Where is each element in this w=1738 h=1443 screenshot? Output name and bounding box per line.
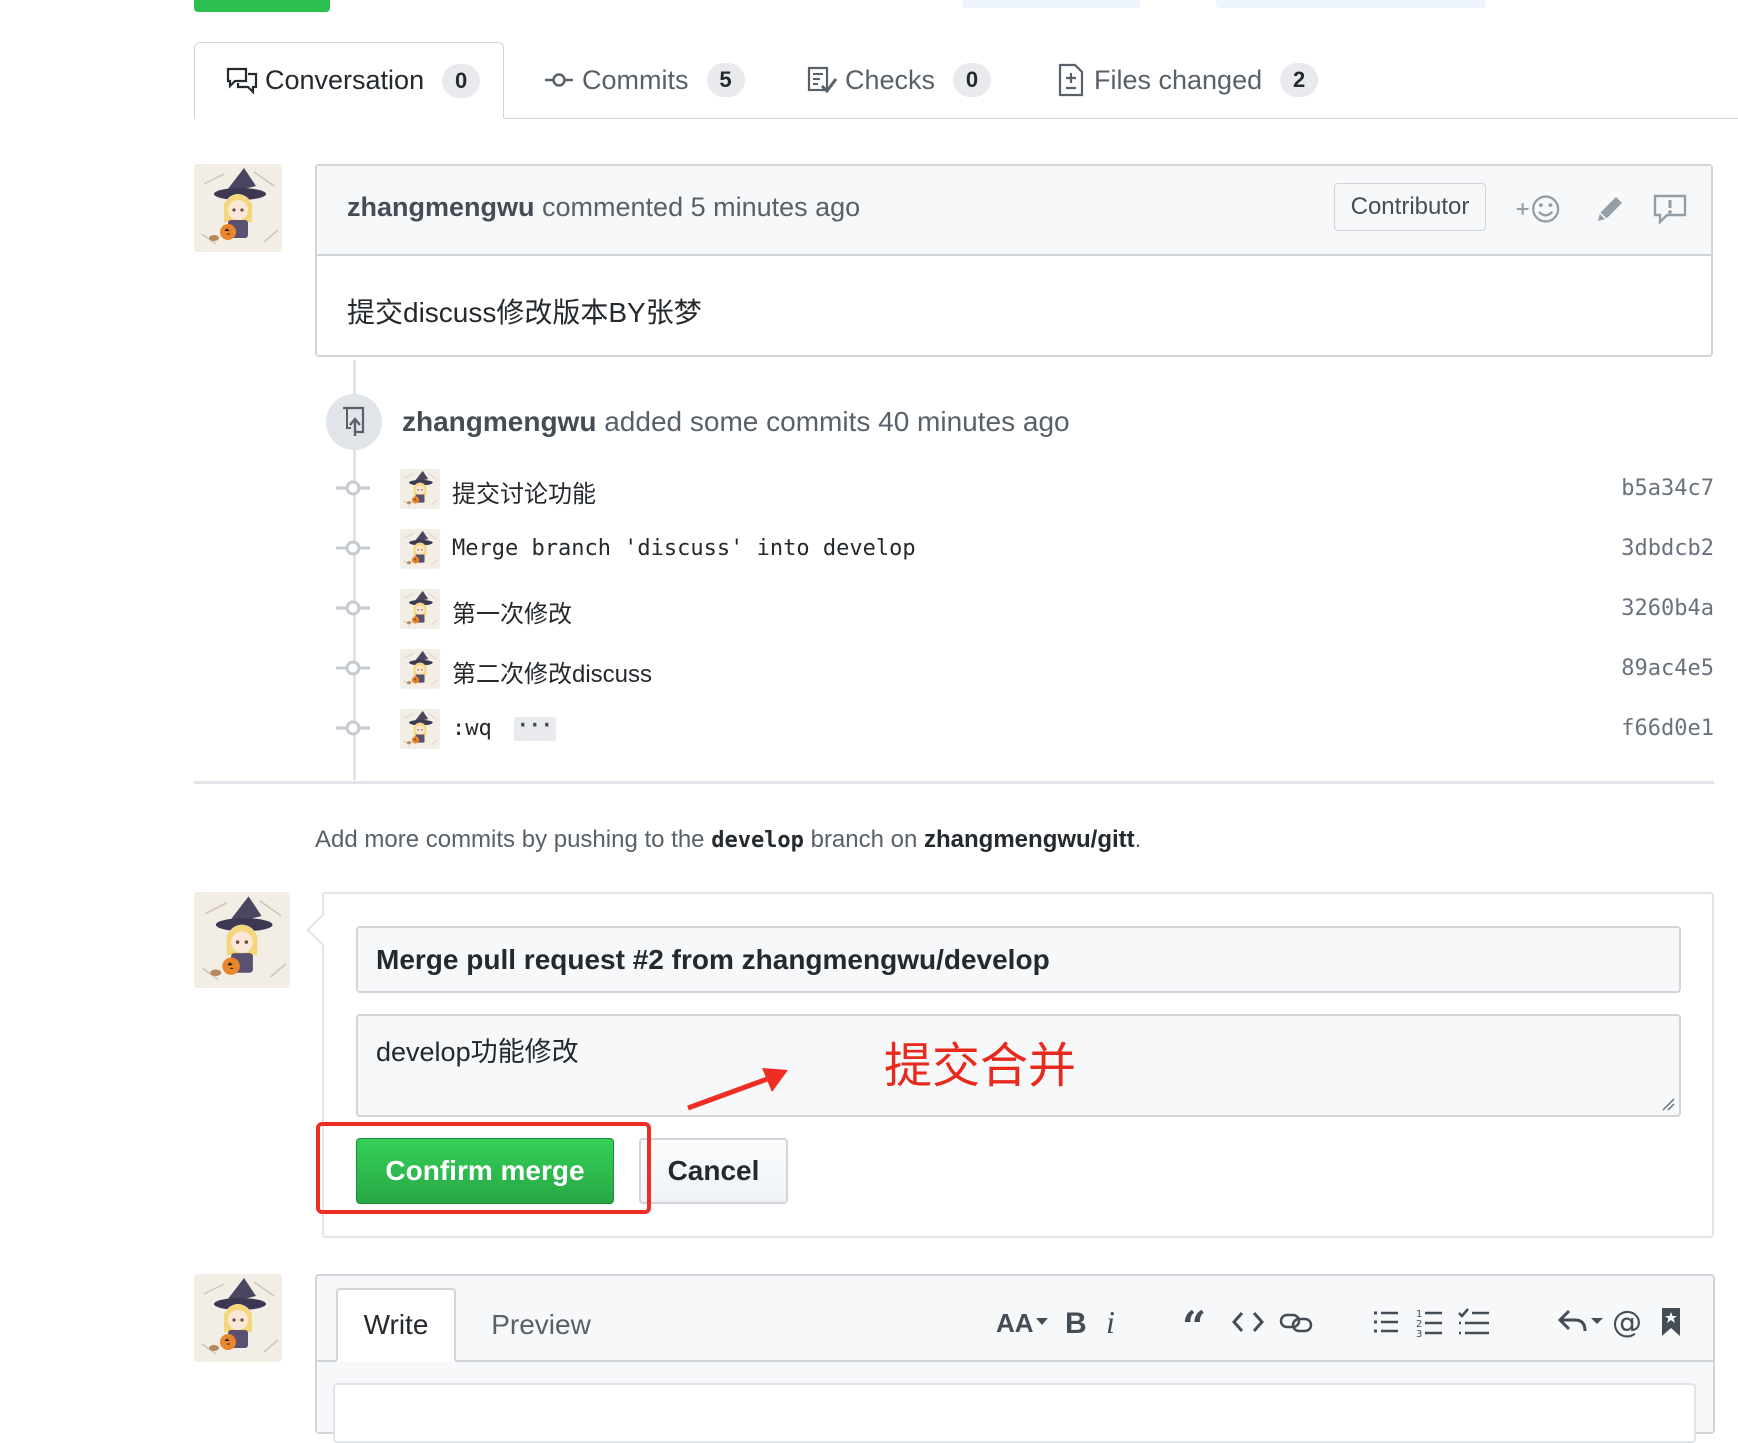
timeline-divider: [194, 781, 1714, 784]
tab-preview[interactable]: Preview: [470, 1288, 612, 1362]
quote-icon[interactable]: “: [1180, 1302, 1216, 1342]
tab-label: Files changed: [1094, 64, 1263, 95]
comment-body: 提交discuss修改版本BY张梦: [347, 297, 702, 328]
tab-label: Conversation: [265, 65, 425, 95]
avatar[interactable]: [400, 529, 440, 569]
unordered-list-icon[interactable]: [1370, 1302, 1402, 1342]
tab-label: Checks: [845, 64, 936, 95]
avatar[interactable]: [400, 649, 440, 689]
timeline-event-header: zhangmengwu added some commits 40 minute…: [402, 406, 1070, 438]
resize-handle-icon[interactable]: [1661, 1097, 1675, 1111]
commit-sha-link[interactable]: 89ac4e5: [1621, 656, 1714, 681]
tab-counter: 2: [1280, 63, 1319, 97]
bookmark-icon[interactable]: [1656, 1302, 1686, 1342]
svg-text:@: @: [1612, 1306, 1642, 1338]
git-commit-icon: [336, 660, 370, 676]
text-size-icon[interactable]: AA: [994, 1302, 1050, 1342]
avatar[interactable]: [194, 892, 290, 988]
header-pill-2: [1216, 0, 1486, 8]
push-note-prefix: Add more commits by pushing to the: [315, 826, 705, 853]
avatar[interactable]: [400, 469, 440, 509]
reply-icon[interactable]: [1556, 1302, 1604, 1342]
git-commit-icon: [542, 63, 576, 97]
tab-files-changed[interactable]: Files changed 2: [1054, 42, 1319, 118]
annotation-label: 提交合并: [884, 1040, 1077, 1093]
commit-sha-link[interactable]: 3dbdcb2: [1621, 536, 1714, 561]
commit-row: 第一次修改 3260b4a: [334, 582, 1714, 636]
avatar[interactable]: [194, 164, 282, 252]
annotation-highlight-box: [316, 1122, 651, 1214]
commit-row: Merge branch 'discuss' into develop 3dbd…: [334, 522, 1714, 576]
svg-text:“: “: [1182, 1307, 1206, 1337]
avatar[interactable]: [194, 1274, 282, 1362]
commit-message-link[interactable]: 提交讨论功能: [452, 474, 596, 509]
repo-push-icon: [326, 394, 382, 450]
checklist-icon: [805, 63, 839, 97]
commit-sha-link[interactable]: 3260b4a: [1621, 596, 1714, 621]
timeline-action: added some commits 40 minutes ago: [604, 406, 1070, 437]
merge-message-text: develop功能修改: [376, 1037, 579, 1067]
comment-author-link[interactable]: zhangmengwu: [347, 192, 535, 222]
avatar[interactable]: [400, 589, 440, 629]
mention-icon[interactable]: @: [1610, 1302, 1646, 1342]
svg-text:3: 3: [1416, 1329, 1422, 1337]
avatar[interactable]: [400, 709, 440, 749]
commit-row: 第二次修改discuss 89ac4e5: [334, 642, 1714, 696]
git-commit-icon: [336, 600, 370, 616]
tab-checks[interactable]: Checks 0: [805, 42, 992, 118]
commit-message-link[interactable]: Merge branch 'discuss' into develop: [452, 536, 916, 561]
tab-conversation[interactable]: Conversation 0: [194, 42, 504, 119]
report-icon[interactable]: [1647, 186, 1693, 232]
cancel-button[interactable]: Cancel: [639, 1138, 788, 1204]
git-commit-icon: [336, 540, 370, 556]
comment-box: zhangmengwu commented 5 minutes ago Cont…: [315, 164, 1713, 357]
tab-counter: 0: [442, 63, 481, 98]
comment-meta: zhangmengwu commented 5 minutes ago: [347, 192, 860, 223]
task-list-icon[interactable]: [1456, 1302, 1492, 1342]
timeline-author-link[interactable]: zhangmengwu: [402, 406, 596, 437]
pencil-icon[interactable]: [1587, 186, 1633, 232]
commit-sha-link[interactable]: b5a34c7: [1621, 476, 1714, 501]
code-icon[interactable]: [1228, 1302, 1268, 1342]
commit-message-link[interactable]: 第二次修改discuss: [452, 654, 652, 689]
commit-message-row: :wq ···: [452, 715, 556, 741]
commit-message-link[interactable]: 第一次修改: [452, 594, 572, 629]
comment-timestamp[interactable]: commented 5 minutes ago: [542, 192, 860, 222]
tab-counter: 0: [953, 63, 992, 97]
tab-counter: 5: [706, 63, 745, 97]
add-reaction-icon[interactable]: [1515, 186, 1561, 232]
push-note-middle: branch on: [810, 826, 918, 853]
italic-icon[interactable]: i: [1098, 1302, 1126, 1342]
bold-icon[interactable]: B: [1060, 1302, 1092, 1342]
comment-discussion-icon: [225, 64, 259, 98]
merge-status-button-partial[interactable]: [194, 0, 330, 12]
repo-name: zhangmengwu/gitt: [924, 826, 1135, 853]
push-note-suffix: .: [1134, 826, 1142, 853]
commit-row: 提交讨论功能 b5a34c7: [334, 462, 1714, 516]
comment-header: zhangmengwu commented 5 minutes ago Cont…: [317, 166, 1711, 256]
commit-sha-link[interactable]: f66d0e1: [1621, 716, 1714, 741]
commit-row: :wq ··· f66d0e1: [334, 702, 1714, 756]
push-instructions: Add more commits by pushing to the devel…: [315, 826, 1141, 854]
ordered-list-icon[interactable]: 123: [1414, 1302, 1446, 1342]
header-pill-1: [962, 0, 1140, 8]
git-commit-icon: [336, 720, 370, 736]
file-diff-icon: [1054, 63, 1088, 97]
new-comment-textarea[interactable]: [333, 1383, 1696, 1443]
expand-commit-button[interactable]: ···: [513, 715, 556, 741]
svg-text:B: B: [1065, 1307, 1087, 1337]
svg-text:i: i: [1106, 1307, 1115, 1337]
branch-name: develop: [711, 828, 804, 853]
merge-title-input[interactable]: Merge pull request #2 from zhangmengwu/d…: [356, 926, 1681, 993]
tab-commits[interactable]: Commits 5: [542, 42, 745, 118]
tab-write[interactable]: Write: [336, 1288, 456, 1362]
contributor-badge: Contributor: [1334, 183, 1486, 231]
annotation-arrow-icon: [687, 1068, 788, 1111]
tab-label: Commits: [582, 64, 689, 95]
commit-message-link[interactable]: :wq: [452, 716, 492, 741]
git-commit-icon: [336, 480, 370, 496]
link-icon[interactable]: [1276, 1302, 1316, 1342]
svg-text:AA: AA: [996, 1308, 1034, 1338]
